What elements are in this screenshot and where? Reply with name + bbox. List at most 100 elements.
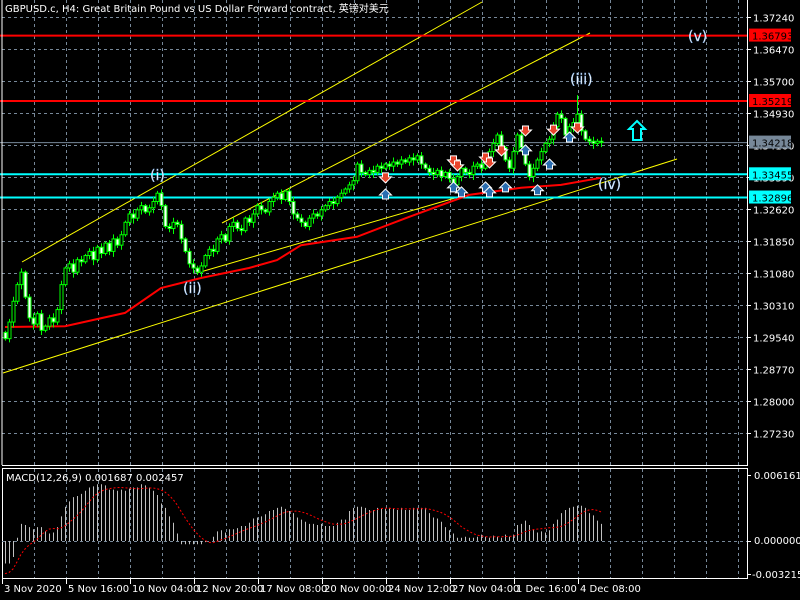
candle-bull: [355, 163, 360, 182]
candle-bear: [395, 161, 400, 165]
candle-bull: [511, 151, 516, 169]
price-tick-label: 1.28770: [753, 366, 794, 377]
candle-bear: [559, 113, 564, 119]
candle-bear: [315, 213, 320, 217]
candle-bull: [311, 213, 316, 219]
candle-bear: [211, 248, 216, 252]
candle-bear: [235, 221, 240, 230]
candle-bull: [515, 134, 520, 153]
candle-bull: [327, 201, 332, 207]
candle-bear: [191, 263, 196, 269]
candle-bear: [163, 205, 168, 227]
candle-bear: [379, 165, 384, 169]
candle-bear: [259, 205, 264, 211]
candle-bear: [71, 263, 76, 273]
candle-bull: [135, 209, 140, 219]
candle-bear: [447, 171, 452, 180]
price-axis[interactable]: 1.372401.364701.357001.349301.341601.333…: [747, 14, 794, 441]
price-tick-label: 1.30310: [753, 302, 794, 313]
price-tick-label: 1.35700: [753, 78, 794, 89]
candle-bull: [19, 271, 24, 286]
candle-bull: [207, 248, 212, 257]
up-arrow-icon[interactable]: [626, 119, 648, 141]
price-tick-label: 1.36470: [753, 46, 794, 57]
time-tick-label: 10 Nov 04:00: [132, 584, 199, 595]
candle-bull: [119, 234, 124, 246]
candle-bear: [331, 201, 336, 205]
candle-bear: [587, 138, 592, 142]
candle-bull: [215, 238, 220, 252]
macd-pane-frame: [2, 468, 748, 579]
macd-signal-line: [4, 486, 602, 575]
wave-label-2: (ii): [183, 281, 202, 297]
candle-bear: [51, 317, 56, 323]
candle-bull: [375, 165, 380, 173]
candle-bull: [123, 221, 128, 236]
channel-line-lower[interactable]: [2, 158, 678, 374]
candle-bull: [67, 263, 72, 269]
macd-scale-zero: 0.000000: [754, 536, 800, 547]
candle-bull: [203, 255, 208, 267]
candle-bull: [11, 300, 16, 323]
channel-line-upper[interactable]: [21, 1, 483, 263]
macd-pane[interactable]: [2, 475, 751, 575]
macd-label: MACD(12,26,9) 0.001687 0.002457: [6, 473, 184, 484]
candle-bull: [199, 265, 204, 273]
candle-bull: [383, 163, 388, 169]
candle-bear: [187, 250, 192, 265]
candle-bull: [275, 192, 280, 198]
level-price-text: 1.36793: [752, 32, 793, 43]
candle-bear: [3, 331, 8, 340]
candle-bull: [339, 192, 344, 198]
candle-bull: [87, 250, 92, 257]
candle-bull: [595, 140, 600, 144]
chart-canvas[interactable]: (i) (ii) (iii) (iv) (v) 1.37240 1.36470 1.…: [0, 0, 800, 600]
candle-bear: [143, 205, 148, 213]
candle-bear: [427, 167, 432, 173]
wave-label-4: (iv): [598, 177, 621, 193]
candle-bear: [99, 246, 104, 254]
candle-bear: [79, 259, 84, 263]
candle-bear: [467, 171, 472, 176]
candle-bear: [299, 217, 304, 223]
candle-bear: [167, 225, 172, 230]
candle-bull: [435, 169, 440, 176]
candle-bull: [219, 234, 224, 240]
candle-bull: [43, 325, 48, 331]
candle-bull: [155, 192, 160, 203]
candle-bull: [407, 157, 412, 163]
candle-bull: [343, 188, 348, 194]
candle-bear: [195, 267, 200, 273]
candle-bull: [15, 284, 20, 302]
candle-bear: [463, 167, 468, 173]
candle-bull: [55, 309, 60, 323]
candle-bear: [263, 209, 268, 213]
candle-bull: [415, 155, 420, 161]
candle-bull: [475, 163, 480, 167]
candle-bear: [371, 169, 376, 173]
candle-bull: [399, 159, 404, 165]
time-axis[interactable]: 3 Nov 2020 5 Nov 16:00 10 Nov 04:0012 Nov …: [2, 579, 641, 595]
candle-bear: [239, 228, 244, 232]
candle-bear: [31, 317, 36, 325]
candle-bull: [459, 167, 464, 178]
candle-bull: [127, 213, 132, 223]
candle-bull: [35, 313, 40, 325]
candle-bull: [495, 134, 500, 144]
candle-bull: [531, 167, 536, 178]
candle-bull: [347, 184, 352, 190]
candle-bull: [171, 221, 176, 230]
candle-bear: [39, 313, 44, 331]
candle-bull: [251, 213, 256, 223]
candle-bull: [271, 196, 276, 203]
time-tick-label: 1 Dec 16:00: [516, 584, 577, 595]
candle-bull: [83, 255, 88, 263]
candle-bull: [351, 180, 356, 186]
chart-window[interactable]: (i) (ii) (iii) (iv) (v) 1.37240 1.36470 1.…: [0, 0, 800, 600]
candle-bear: [91, 250, 96, 261]
macd-scale-top: 0.006161: [754, 471, 800, 482]
candle-bear: [303, 221, 308, 227]
candle-bear: [423, 163, 428, 169]
candle-bull: [471, 165, 476, 176]
level-price-text: 1.33455: [752, 170, 793, 181]
